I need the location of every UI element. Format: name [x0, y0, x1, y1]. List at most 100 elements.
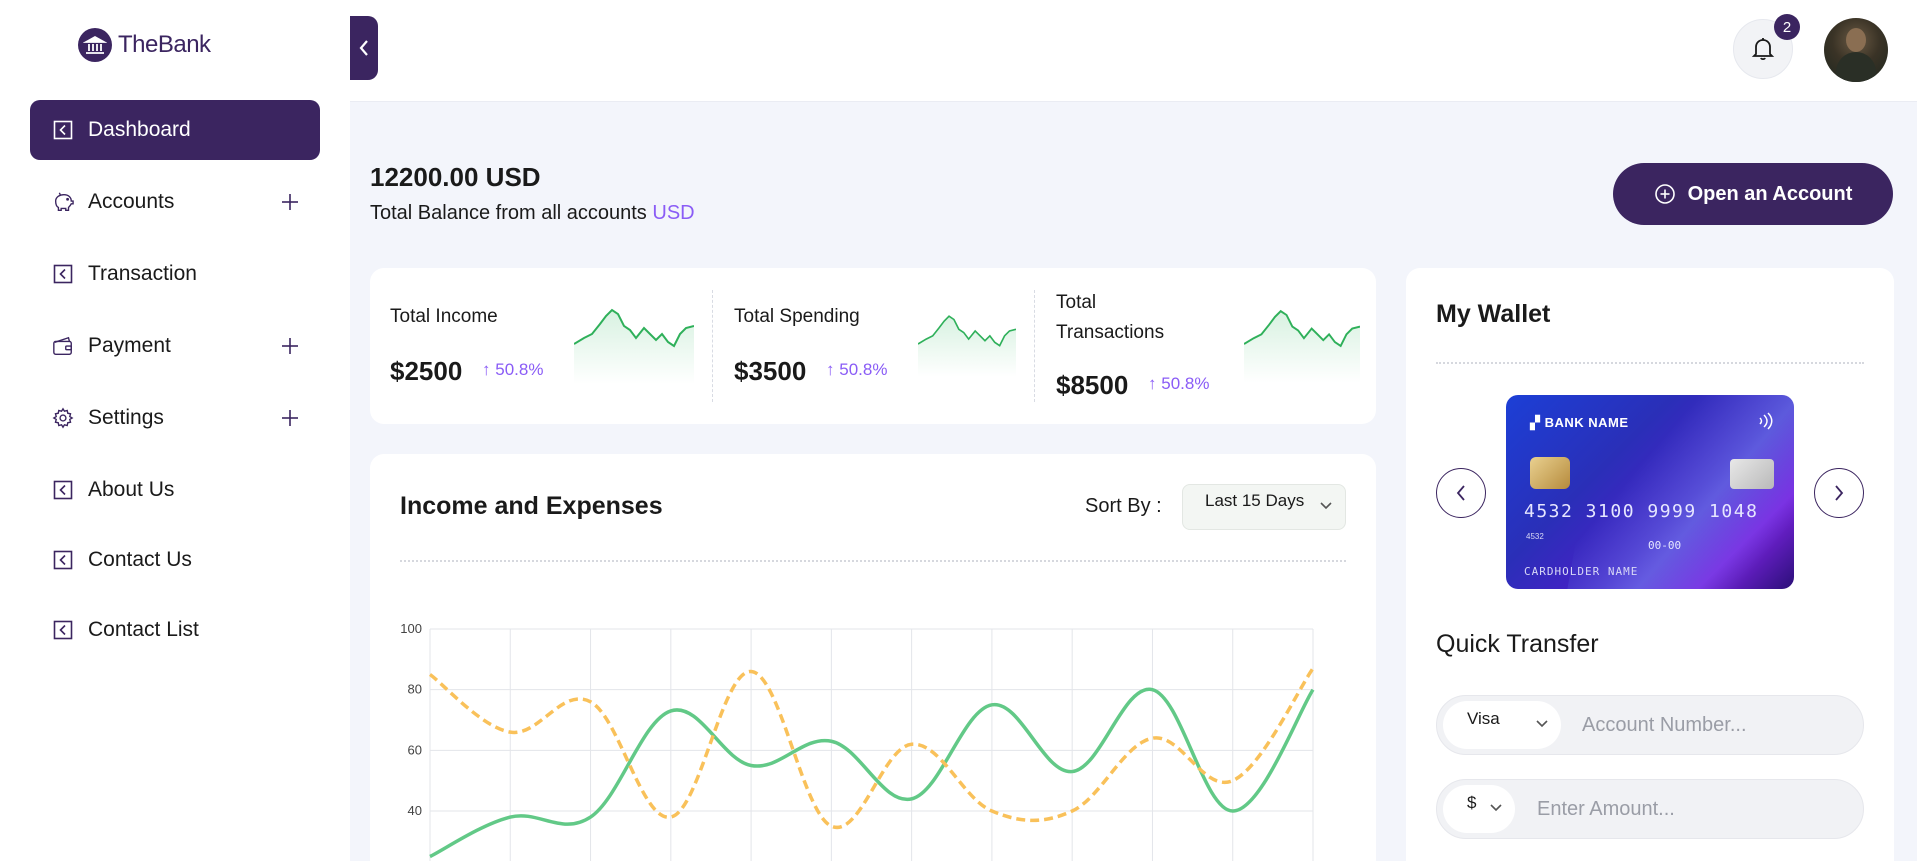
account-number-field[interactable]: Visa Account Number...: [1436, 695, 1864, 755]
balance-currency[interactable]: USD: [652, 202, 694, 224]
arrow-up-icon: ↑: [1148, 374, 1157, 393]
transactions-sparkline: [1244, 309, 1360, 383]
spending-sparkline: [918, 315, 1016, 377]
wallet-divider: [1436, 362, 1864, 364]
stat-total-spending: Total Spending $3500 ↑ 50.8%: [714, 268, 1034, 424]
stat-total-transactions: Total Transactions $8500 ↑ 50.8%: [1036, 268, 1376, 424]
sidebar-nav: Dashboard Accounts Transaction Payment S…: [30, 100, 320, 672]
total-balance-amount: 12200.00 USD: [370, 162, 541, 192]
sidebar-item-label: About Us: [88, 478, 175, 501]
stat-value: $2500: [390, 356, 463, 386]
dashboard-icon: [52, 119, 74, 141]
sidebar-item-label: Dashboard: [88, 118, 191, 141]
stat-label: Total Spending: [734, 306, 860, 327]
y-tick-label: 60: [408, 742, 422, 757]
stats-card: Total Income $2500 ↑ 50.8% Total Spendin…: [370, 268, 1376, 424]
card-expiry: 00-00: [1648, 539, 1682, 552]
about-icon: [52, 479, 74, 501]
notification-badge: 2: [1774, 14, 1800, 40]
wallet-icon: [52, 335, 74, 357]
expense-series-line: [428, 667, 1315, 830]
contact-icon: [52, 549, 74, 571]
card-type-select[interactable]: Visa: [1443, 701, 1561, 749]
y-tick-label: 100: [400, 621, 422, 636]
sidebar-item-about-us[interactable]: About Us: [30, 460, 320, 520]
card-type-value: Visa: [1467, 709, 1500, 728]
sidebar: TheBank Dashboard Accounts Transaction P…: [0, 0, 350, 861]
sidebar-item-label: Transaction: [88, 262, 197, 285]
stats-divider: [1034, 290, 1035, 402]
sidebar-item-contact-list[interactable]: Contact List: [30, 600, 320, 660]
total-balance-subtitle: Total Balance from all accounts USD: [370, 202, 695, 225]
open-account-button[interactable]: Open an Account: [1613, 163, 1893, 225]
contact-list-icon: [52, 619, 74, 641]
user-avatar[interactable]: [1824, 18, 1888, 82]
amount-field[interactable]: $ Enter Amount...: [1436, 779, 1864, 839]
chevron-left-icon: [1456, 485, 1465, 501]
card-small-number: 4532: [1526, 532, 1544, 541]
stats-divider: [712, 290, 713, 402]
card-hologram: [1730, 459, 1774, 489]
card-next-button[interactable]: [1814, 468, 1864, 518]
bell-icon: [1751, 38, 1775, 61]
chevron-down-icon: [1536, 720, 1548, 728]
sidebar-item-accounts[interactable]: Accounts: [30, 172, 320, 232]
y-tick-label: 80: [408, 682, 422, 697]
income-expenses-chart: 40 60 80 100: [400, 621, 1315, 861]
plus-icon[interactable]: [278, 190, 302, 214]
stat-label: Total Income: [390, 306, 498, 327]
income-expenses-card: Income and Expenses Sort By : Last 15 Da…: [370, 454, 1376, 861]
stat-label: Total Transactions: [1056, 292, 1165, 343]
stat-change: ↑ 50.8%: [1148, 374, 1209, 394]
sidebar-item-transaction[interactable]: Transaction: [30, 244, 320, 304]
wallet-card: My Wallet ▞ BANK NAME 4532 3100 9999 104…: [1406, 268, 1894, 861]
sidebar-item-label: Accounts: [88, 190, 175, 213]
sidebar-item-payment[interactable]: Payment: [30, 316, 320, 376]
sidebar-item-settings[interactable]: Settings: [30, 388, 320, 448]
brand-logo[interactable]: TheBank: [78, 28, 211, 62]
contactless-icon: [1759, 412, 1773, 430]
bank-card[interactable]: ▞ BANK NAME 4532 3100 9999 1048 4532 00-…: [1506, 395, 1794, 589]
wallet-title: My Wallet: [1436, 300, 1551, 328]
plus-icon[interactable]: [278, 334, 302, 358]
sidebar-item-dashboard[interactable]: Dashboard: [30, 100, 320, 160]
amount-input[interactable]: Enter Amount...: [1537, 798, 1675, 821]
stat-value: $3500: [734, 356, 807, 386]
stat-total-income: Total Income $2500 ↑ 50.8%: [370, 268, 710, 424]
brand-name: TheBank: [118, 31, 211, 58]
sidebar-item-label: Contact Us: [88, 548, 192, 571]
card-prev-button[interactable]: [1436, 468, 1486, 518]
sidebar-toggle-button[interactable]: [350, 16, 378, 80]
sidebar-item-label: Payment: [88, 334, 171, 357]
account-number-input[interactable]: Account Number...: [1582, 714, 1747, 737]
piggy-bank-icon: [52, 191, 74, 213]
plus-icon[interactable]: [278, 406, 302, 430]
plus-circle-icon: [1654, 184, 1675, 204]
balance-subtitle-text: Total Balance from all accounts: [370, 202, 647, 224]
currency-value: $: [1467, 793, 1477, 812]
card-chip: [1530, 457, 1570, 489]
card-holder: CARDHOLDER NAME: [1524, 565, 1639, 578]
card-bank-name: ▞ BANK NAME: [1530, 415, 1629, 430]
chevron-down-icon: [1490, 804, 1502, 812]
chevron-right-icon: [1835, 485, 1844, 501]
stat-change-value: 50.8%: [1161, 374, 1210, 393]
currency-select[interactable]: $: [1443, 785, 1515, 833]
stat-change: ↑ 50.8%: [826, 360, 887, 380]
stat-change-value: 50.8%: [495, 360, 544, 379]
stat-value: $8500: [1056, 370, 1129, 400]
chevron-left-icon: [359, 40, 368, 56]
top-bar: 2: [350, 0, 1917, 102]
card-number: 4532 3100 9999 1048: [1524, 501, 1759, 522]
sidebar-item-label: Settings: [88, 406, 164, 429]
y-tick-label: 40: [408, 803, 422, 818]
income-series-line: [429, 687, 1315, 859]
bank-icon: [78, 28, 112, 62]
arrow-up-icon: ↑: [826, 360, 835, 379]
quick-transfer-title: Quick Transfer: [1436, 630, 1599, 658]
gear-icon: [52, 407, 74, 429]
sidebar-item-contact-us[interactable]: Contact Us: [30, 530, 320, 590]
transaction-icon: [52, 263, 74, 285]
income-sparkline: [574, 308, 694, 384]
arrow-up-icon: ↑: [482, 360, 491, 379]
